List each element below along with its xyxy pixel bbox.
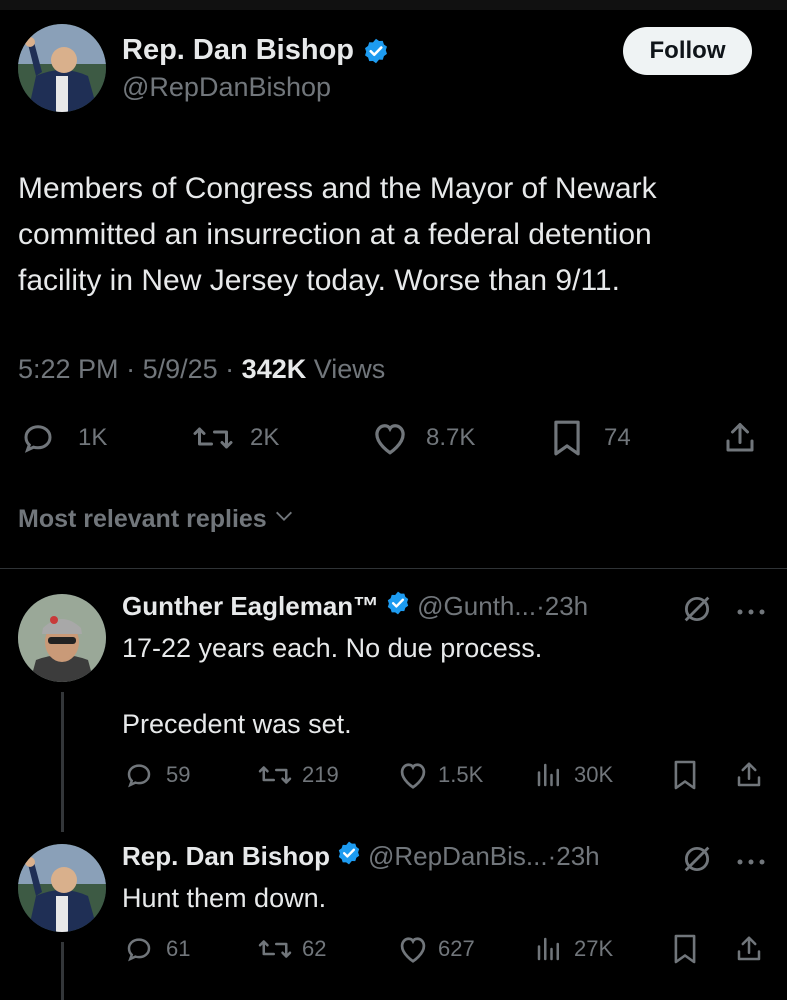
bookmark-icon	[672, 933, 698, 965]
tweet-text-line: Members of Congress and the Mayor of New…	[18, 172, 657, 205]
follow-button[interactable]: Follow	[623, 27, 752, 75]
reply-text-line: Hunt them down.	[122, 883, 327, 913]
bookmark-count: 74	[604, 424, 631, 451]
avatar[interactable]	[18, 594, 106, 682]
share-icon	[734, 760, 764, 790]
replies-sort-dropdown[interactable]: Most relevant replies	[18, 505, 295, 534]
tweet-text-line: committed an insurrection at a federal d…	[18, 218, 652, 251]
reply-count: 59	[166, 762, 191, 787]
more-options-icon[interactable]	[736, 603, 766, 621]
verified-badge-icon	[385, 590, 411, 623]
repost-count: 219	[302, 762, 339, 787]
reply-age[interactable]: 23h	[556, 841, 599, 872]
share-icon	[722, 420, 758, 456]
more-options-icon[interactable]	[736, 853, 766, 871]
grok-icon[interactable]	[680, 592, 714, 631]
reply-icon	[124, 934, 154, 964]
meta-separator: ·	[536, 591, 545, 621]
views-label: Views	[313, 354, 386, 384]
reply-header: Rep. Dan Bishop @RepDanBis... · 23h	[122, 840, 600, 873]
bookmark-button[interactable]: 74	[550, 420, 631, 456]
repost-button[interactable]: 62	[256, 934, 326, 964]
like-button[interactable]: 1.5K	[396, 760, 483, 790]
chevron-down-icon	[273, 505, 295, 534]
reply-icon	[20, 420, 56, 456]
reply-handle[interactable]: @RepDanBis...	[368, 841, 548, 872]
views-chart-icon	[534, 934, 564, 964]
verified-badge-icon	[362, 37, 390, 70]
repost-button[interactable]: 2K	[190, 420, 279, 456]
reply-age[interactable]: 23h	[545, 591, 588, 622]
thread-line	[61, 692, 64, 832]
like-button[interactable]: 627	[396, 934, 475, 964]
like-count: 627	[438, 936, 475, 961]
views-button[interactable]: 27K	[534, 934, 613, 964]
reply-header: Gunther Eagleman™ @Gunth... · 23h	[122, 590, 588, 623]
reply-text-line: 17-22 years each. No due process.	[122, 633, 543, 663]
reply-button[interactable]: 61	[124, 934, 190, 964]
tweet-text: Members of Congress and the Mayor of New…	[18, 166, 657, 304]
reply-count: 1K	[78, 424, 108, 451]
tweet-date[interactable]: 5/9/25	[143, 354, 218, 384]
bookmark-button[interactable]	[672, 934, 698, 964]
reply-button[interactable]: 1K	[20, 420, 107, 456]
views-button[interactable]: 30K	[534, 760, 613, 790]
share-button[interactable]	[734, 760, 764, 790]
heart-icon	[370, 420, 410, 456]
meta-separator: ·	[547, 841, 557, 871]
views-count: 30K	[574, 762, 614, 787]
divider	[0, 568, 787, 569]
repost-count: 2K	[250, 424, 280, 451]
meta-separator: ·	[126, 354, 143, 384]
bookmark-icon	[672, 759, 698, 791]
views-count: 342K	[241, 354, 307, 384]
meta-separator: ·	[225, 354, 242, 384]
repost-icon	[256, 760, 294, 790]
grok-icon[interactable]	[680, 842, 714, 881]
reply-handle[interactable]: @Gunth...	[417, 591, 536, 622]
reply-icon	[124, 760, 154, 790]
reply-text-line: Precedent was set.	[122, 709, 352, 739]
avatar[interactable]	[18, 24, 106, 112]
tweet-time[interactable]: 5:22 PM	[18, 354, 119, 384]
author-handle[interactable]: @RepDanBishop	[122, 72, 331, 103]
repost-icon	[256, 934, 294, 964]
reply-count: 61	[166, 936, 191, 961]
repost-button[interactable]: 219	[256, 760, 339, 790]
top-strip	[0, 0, 787, 10]
share-button[interactable]	[722, 420, 758, 456]
reply-author-name[interactable]: Rep. Dan Bishop	[122, 841, 330, 872]
author-name[interactable]: Rep. Dan Bishop	[122, 34, 354, 67]
views-count: 27K	[574, 936, 614, 961]
like-button[interactable]: 8.7K	[370, 420, 475, 456]
repost-count: 62	[302, 936, 327, 961]
bookmark-button[interactable]	[672, 760, 698, 790]
like-count: 1.5K	[438, 762, 484, 787]
heart-icon	[396, 934, 430, 964]
heart-icon	[396, 760, 430, 790]
avatar[interactable]	[18, 844, 106, 932]
verified-badge-icon	[336, 840, 362, 873]
reply-text: 17-22 years each. No due process. Preced…	[122, 630, 542, 742]
share-icon	[734, 934, 764, 964]
repost-icon	[190, 420, 236, 456]
tweet-text-line: facility in New Jersey today. Worse than…	[18, 264, 620, 297]
thread-line	[61, 942, 64, 1000]
share-button[interactable]	[734, 934, 764, 964]
views-chart-icon	[534, 760, 564, 790]
replies-sort-label: Most relevant replies	[18, 505, 267, 533]
reply-author-name[interactable]: Gunther Eagleman™	[122, 591, 379, 622]
tweet-meta: 5:22 PM · 5/9/25 · 342K Views	[18, 354, 385, 385]
reply-button[interactable]: 59	[124, 760, 190, 790]
reply-text: Hunt them down.	[122, 880, 326, 916]
like-count: 8.7K	[426, 424, 476, 451]
bookmark-icon	[550, 419, 584, 457]
